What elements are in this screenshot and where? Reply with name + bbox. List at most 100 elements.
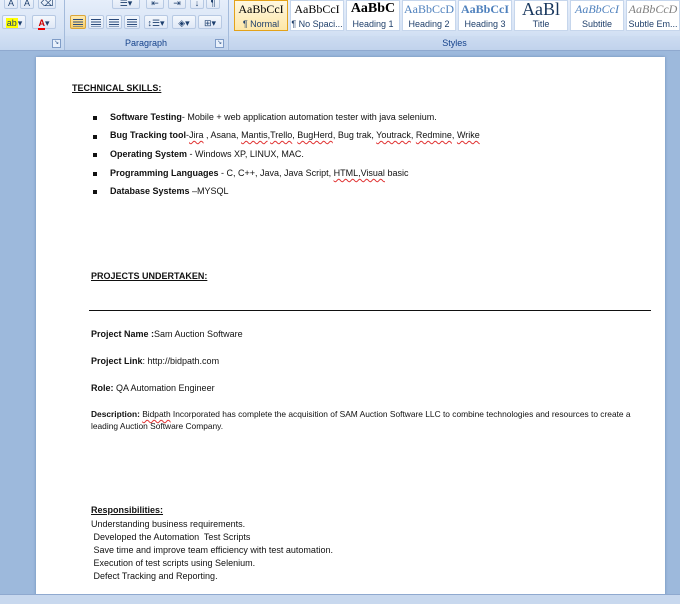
justify-button[interactable] — [124, 15, 140, 29]
bullet — [93, 153, 97, 157]
skills-heading: TECHNICAL SKILLS: — [72, 83, 162, 93]
ribbon: A A ⌫ ab▾ A▾ ↘ ☰▾ ⇤ ⇥ ↓ ¶ ↕☰▾ ◈▾ ⊞▾ Para… — [0, 0, 680, 51]
skill-item: Database Systems –MYSQL — [110, 186, 229, 197]
description-line-1: Description: Bidpath Incorporated has co… — [91, 409, 631, 420]
tool-name: Wrike — [456, 130, 480, 140]
style-name: Heading 1 — [352, 19, 394, 29]
style-subtle-emphasis[interactable]: AaBbCcD Subtle Em... — [626, 0, 680, 31]
responsibility-item: Save time and improve team efficiency wi… — [91, 545, 333, 555]
highlighter-icon: ab — [5, 18, 18, 28]
skill-label: Database Systems — [110, 186, 190, 196]
decrease-indent-button[interactable]: ⇤ — [146, 0, 164, 9]
project-link-value: : http://bidpath.com — [142, 356, 220, 366]
bullet — [93, 116, 97, 120]
chevron-down-icon: ▾ — [17, 18, 23, 28]
description-line-2: leading Auction Software Company. — [91, 421, 224, 431]
style-name: ¶ No Spaci... — [291, 19, 343, 29]
eraser-icon: ⌫ — [40, 0, 54, 8]
tool-name: Redmine — [415, 130, 452, 140]
style-name: ¶ Normal — [242, 19, 280, 29]
skill-text: –MYSQL — [189, 186, 229, 196]
borders-button[interactable]: ⊞▾ — [198, 15, 222, 29]
style-name: Subtitle — [581, 19, 613, 29]
style-name: Heading 3 — [464, 19, 506, 29]
align-left-button[interactable] — [70, 15, 86, 29]
line-spacing-button[interactable]: ↕☰▾ — [144, 15, 168, 29]
skill-label: Bug Tracking tool — [110, 130, 187, 140]
font-letter-icon: A — [7, 0, 14, 8]
font-color-button[interactable]: A▾ — [32, 15, 56, 30]
skill-item: Bug Tracking tool-Jira , Asana, Mantis,T… — [110, 130, 480, 141]
pilcrow-icon: ¶ — [210, 0, 216, 8]
increase-indent-icon: ⇥ — [173, 0, 181, 8]
skill-text: - Windows XP, LINUX, MAC. — [187, 149, 304, 159]
role-line: Role: QA Automation Engineer — [91, 383, 215, 394]
style-no-spacing[interactable]: AaBbCcI ¶ No Spaci... — [290, 0, 344, 31]
highlight-button[interactable]: ab▾ — [2, 15, 26, 29]
align-center-button[interactable] — [88, 15, 104, 29]
multilevel-list-button[interactable]: ☰▾ — [112, 0, 140, 9]
skill-text: , Asana, — [203, 130, 242, 140]
show-marks-button[interactable]: ¶ — [206, 0, 220, 9]
align-left-icon — [73, 19, 83, 27]
role-label: Role: — [91, 383, 114, 393]
align-right-icon — [109, 19, 119, 27]
paint-bucket-icon: ◈▾ — [178, 18, 190, 28]
project-name-value: Sam Auction Software — [154, 329, 243, 339]
skill-item: Software Testing- Mobile + web applicati… — [110, 112, 437, 123]
bullet — [93, 135, 97, 139]
project-link-line: Project Link: http://bidpath.com — [91, 356, 219, 367]
align-right-button[interactable] — [106, 15, 122, 29]
font-dialog-launcher-icon[interactable]: ↘ — [52, 39, 61, 48]
sort-button[interactable]: ↓ — [190, 0, 204, 9]
skill-label: Programming Languages — [110, 168, 219, 178]
project-name-label: Project Name : — [91, 329, 155, 339]
skill-item: Programming Languages - C, C++, Java, Ja… — [110, 168, 408, 179]
style-heading-3[interactable]: AaBbCcI Heading 3 — [458, 0, 512, 31]
sort-icon: ↓ — [194, 0, 200, 8]
grow-font-button[interactable]: A — [4, 0, 18, 9]
style-heading-1[interactable]: AaBbC Heading 1 — [346, 0, 400, 31]
tool-name: BugHerd — [297, 130, 333, 140]
skill-label: Operating System — [110, 149, 188, 159]
tool-name: Trello — [270, 130, 293, 140]
style-sample: AaBbCcI — [460, 2, 509, 16]
paragraph-dialog-launcher-icon[interactable]: ↘ — [215, 39, 224, 48]
clear-format-button[interactable]: ⌫ — [38, 0, 56, 9]
style-title[interactable]: AaBl Title — [514, 0, 568, 31]
responsibility-item: Defect Tracking and Reporting. — [91, 571, 218, 581]
skill-squiggle-text: HTML,Visual — [333, 168, 385, 178]
skill-item: Operating System - Windows XP, LINUX, MA… — [110, 149, 304, 160]
shrink-font-button[interactable]: A — [20, 0, 34, 9]
increase-indent-button[interactable]: ⇥ — [168, 0, 186, 9]
align-center-icon — [91, 19, 101, 27]
skill-text: , Bug trak, — [332, 130, 377, 140]
project-link-label: Project Link — [91, 356, 143, 366]
style-sample: AaBbCcD — [628, 2, 678, 16]
bullet — [93, 190, 97, 194]
skill-text: - Mobile + web application automation te… — [181, 112, 437, 122]
bullet — [93, 172, 97, 176]
style-sample: AaBbCcI — [294, 2, 340, 16]
style-sample: AaBbCcI — [238, 2, 284, 16]
paragraph-group-label: Paragraph — [65, 36, 227, 50]
description-text: Incorporated has complete the acquisitio… — [170, 409, 631, 419]
style-name: Heading 2 — [408, 19, 450, 29]
decrease-indent-icon: ⇤ — [151, 0, 159, 8]
document-page[interactable]: TECHNICAL SKILLS: Software Testing- Mobi… — [36, 57, 665, 603]
style-sample: AaBl — [522, 1, 560, 19]
responsibility-item: Execution of test scripts using Selenium… — [91, 558, 256, 568]
line-spacing-icon: ↕☰▾ — [147, 18, 165, 28]
style-sample: AaBbC — [350, 1, 396, 16]
tool-name: Jira — [189, 130, 204, 140]
project-name-line: Project Name :Sam Auction Software — [91, 329, 243, 340]
style-subtitle[interactable]: AaBbCcI Subtitle — [570, 0, 624, 31]
skill-text: - C, C++, Java, Java Script, — [218, 168, 334, 178]
style-sample: AaBbCcI — [575, 2, 619, 16]
style-normal[interactable]: AaBbCcI ¶ Normal — [234, 0, 288, 31]
borders-icon: ⊞▾ — [203, 18, 217, 28]
description-label: Description: — [91, 409, 140, 419]
style-heading-2[interactable]: AaBbCcD Heading 2 — [402, 0, 456, 31]
chevron-down-icon: ▾ — [44, 18, 50, 28]
shading-button[interactable]: ◈▾ — [172, 15, 196, 29]
